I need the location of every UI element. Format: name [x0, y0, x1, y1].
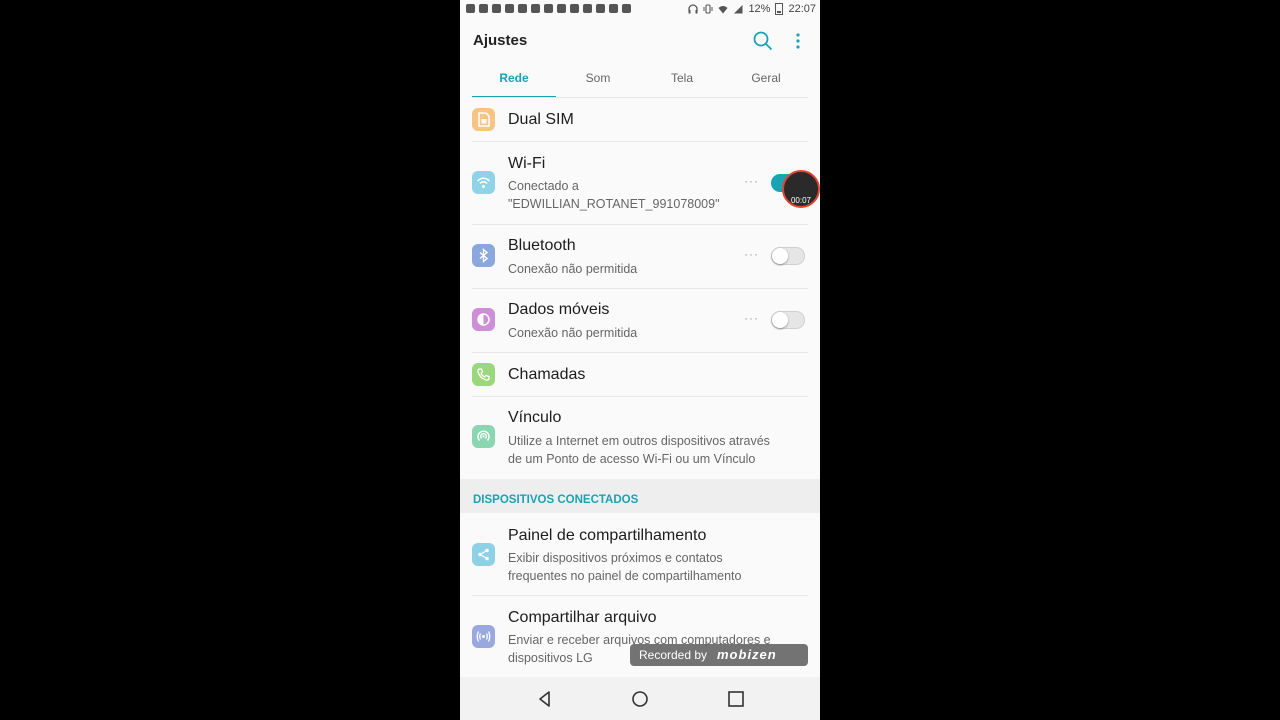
watermark-text: Recorded by: [639, 648, 708, 662]
bluetooth-icon: [472, 244, 495, 267]
sim-card-icon: [472, 108, 495, 131]
recorded-by-watermark: Recorded by mobizen: [630, 644, 808, 666]
setting-subtitle-line-2: frequentes no painel de compartilhamento: [508, 569, 742, 583]
bluetooth-more-button[interactable]: ···: [744, 247, 759, 261]
notification-icon: [583, 4, 592, 13]
setting-mobile-data[interactable]: Dados móveis Conexão não permitida ···: [472, 289, 808, 353]
share-icon: [472, 543, 495, 566]
setting-subtitle: Conexão não permitida: [508, 262, 638, 276]
tab-bar: Rede Som Tela Geral: [472, 60, 808, 98]
hotspot-icon: [472, 425, 495, 448]
status-bar: 12% 22:07: [460, 0, 820, 20]
setting-share-panel[interactable]: Painel de compartilhamento Exibir dispos…: [472, 514, 808, 596]
notification-icon: [492, 4, 501, 13]
tab-geral[interactable]: Geral: [724, 60, 808, 97]
tabs-divider: [472, 97, 808, 98]
wifi-more-button[interactable]: ···: [744, 174, 759, 188]
toggle-knob: [772, 248, 788, 264]
vibrate-icon: [703, 4, 713, 14]
setting-subtitle: Conexão não permitida: [508, 326, 638, 340]
setting-title: Dual SIM: [508, 111, 574, 128]
notification-icon: [518, 4, 527, 13]
phone-icon: [472, 363, 495, 386]
battery-icon: [775, 3, 784, 15]
mobile-data-toggle[interactable]: [771, 311, 805, 329]
setting-calls[interactable]: Chamadas: [472, 353, 808, 397]
setting-subtitle-line-1: Utilize a Internet em outros dispositivo…: [508, 434, 770, 448]
setting-subtitle-line-2: de um Ponto de acesso Wi-Fi ou um Víncul…: [508, 452, 756, 466]
recent-apps-icon[interactable]: [727, 690, 745, 708]
notification-icons: [466, 4, 631, 13]
setting-title: Vínculo: [508, 409, 562, 426]
notification-icon: [531, 4, 540, 13]
setting-title: Painel de compartilhamento: [508, 527, 707, 544]
tab-som[interactable]: Som: [556, 60, 640, 97]
headphones-icon: [688, 4, 699, 14]
page-title: Ajustes: [473, 32, 528, 49]
notification-icon: [479, 4, 488, 13]
clock: 22:07: [788, 3, 816, 15]
screen-recorder-bubble[interactable]: 00:07: [782, 170, 820, 208]
mobile-data-more-button[interactable]: ···: [744, 311, 759, 325]
search-icon[interactable]: [752, 30, 774, 52]
setting-wifi[interactable]: Wi-Fi Conectado a "EDWILLIAN_ROTANET_991…: [472, 142, 808, 225]
watermark-logo: mobizen: [717, 647, 777, 662]
setting-title: Dados móveis: [508, 301, 610, 318]
recording-timer: 00:07: [790, 196, 812, 205]
section-label: DISPOSITIVOS CONECTADOS: [473, 494, 639, 506]
cell-signal-icon: [734, 5, 743, 14]
setting-subtitle-line-1: Exibir dispositivos próximos e contatos: [508, 551, 723, 565]
setting-title: Compartilhar arquivo: [508, 609, 657, 626]
notification-icon: [466, 4, 475, 13]
wifi-icon: [472, 171, 495, 194]
bluetooth-toggle[interactable]: [771, 247, 805, 265]
wifi-signal-icon: [718, 6, 728, 14]
setting-bluetooth[interactable]: Bluetooth Conexão não permitida ···: [472, 225, 808, 289]
home-icon[interactable]: [631, 690, 649, 708]
back-icon[interactable]: [536, 690, 554, 708]
setting-dual-sim[interactable]: Dual SIM: [472, 99, 808, 142]
section-header: DISPOSITIVOS CONECTADOS: [460, 479, 820, 513]
wifi-network-name: "EDWILLIAN_ROTANET_991078009": [508, 197, 720, 211]
file-share-icon: [472, 625, 495, 648]
mobile-data-icon: [472, 308, 495, 331]
navigation-bar: [460, 677, 820, 720]
setting-title: Bluetooth: [508, 237, 576, 254]
notification-icon: [544, 4, 553, 13]
battery-percent: 12%: [748, 3, 771, 15]
app-bar: Ajustes: [460, 20, 820, 60]
setting-title: Wi-Fi: [508, 155, 546, 172]
toggle-knob: [772, 312, 788, 328]
phone-screen: 12% 22:07 Ajustes Rede Som Tela Geral Du…: [460, 0, 820, 720]
notification-icon: [570, 4, 579, 13]
more-vert-icon[interactable]: [790, 30, 806, 52]
notification-icon: [557, 4, 566, 13]
notification-icon: [596, 4, 605, 13]
notification-icon: [609, 4, 618, 13]
notification-icon: [622, 4, 631, 13]
setting-tethering[interactable]: Vínculo Utilize a Internet em outros dis…: [472, 397, 808, 479]
notification-icon: [505, 4, 514, 13]
setting-title: Chamadas: [508, 366, 586, 383]
tab-tela[interactable]: Tela: [640, 60, 724, 97]
tab-rede[interactable]: Rede: [472, 60, 556, 98]
